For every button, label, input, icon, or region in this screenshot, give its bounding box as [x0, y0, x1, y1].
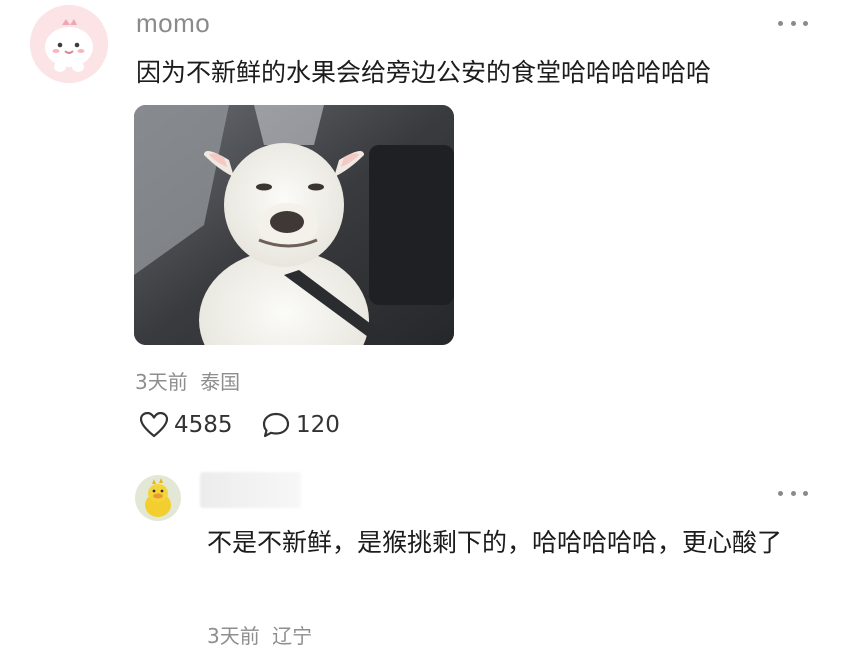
comment-location: 泰国	[200, 370, 241, 394]
reply-meta: 3天前 辽宁	[207, 620, 312, 649]
like-button[interactable]: 4585	[140, 412, 233, 438]
heart-outline-icon	[140, 412, 168, 438]
more-dots-icon[interactable]	[778, 18, 808, 28]
reply-location: 辽宁	[272, 624, 313, 648]
user-avatar[interactable]	[30, 5, 108, 83]
reply-more-dots-icon[interactable]	[778, 488, 808, 498]
duck-avatar-illustration	[135, 475, 181, 521]
comment-meta: 3天前 泰国	[135, 366, 240, 395]
reply-avatar[interactable]	[135, 475, 181, 521]
comment-time: 3天前	[135, 370, 188, 394]
username[interactable]: momo	[136, 8, 210, 39]
reply-time: 3天前	[207, 624, 260, 648]
avatar-illustration	[30, 5, 108, 83]
reply-username-blurred[interactable]	[200, 472, 301, 508]
reply-button[interactable]: 120	[262, 412, 340, 438]
like-count: 4585	[174, 412, 233, 438]
speech-bubble-icon	[262, 412, 290, 438]
reply-count: 120	[296, 412, 340, 438]
comment-text: 因为不新鲜的水果会给旁边公安的食堂哈哈哈哈哈哈	[136, 58, 712, 87]
reply-text: 不是不新鲜，是猴挑剩下的，哈哈哈哈哈，更心酸了	[207, 528, 783, 557]
dog-in-car-photo	[134, 105, 454, 345]
comment-image[interactable]	[134, 105, 454, 345]
